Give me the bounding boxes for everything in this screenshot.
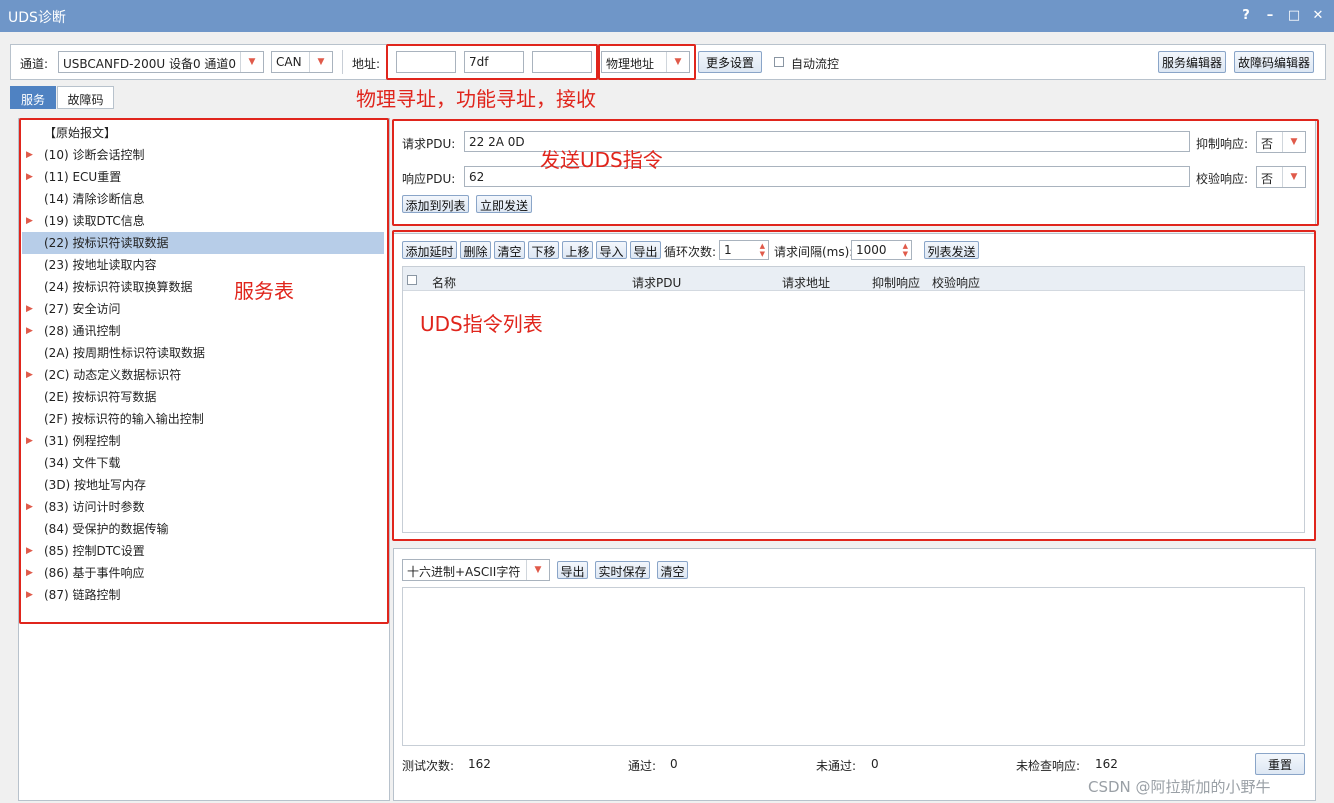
address-annotation-box — [386, 44, 598, 80]
service-table-annotation-box — [19, 118, 389, 624]
chevron-down-icon: ▼ — [526, 560, 549, 580]
minimize-icon[interactable]: – — [1260, 6, 1280, 26]
title-bar: UDS诊断 ? – □ ✕ — [0, 0, 1334, 32]
fault-editor-button[interactable]: 故障码编辑器 — [1234, 51, 1314, 73]
address-label: 地址: — [352, 57, 381, 71]
log-output-area[interactable] — [402, 587, 1305, 746]
tab-fault-code[interactable]: 故障码 — [57, 86, 114, 109]
test-count-label: 测试次数: — [402, 759, 455, 773]
service-table-annotation-text: 服务表 — [234, 279, 294, 303]
command-list-annotation-text: UDS指令列表 — [420, 312, 543, 336]
send-annotation-text: 发送UDS指令 — [540, 148, 663, 172]
protocol-select[interactable]: CAN ▼ — [271, 51, 333, 73]
channel-label: 通道: — [20, 57, 49, 71]
realtime-save-button[interactable]: 实时保存 — [595, 561, 650, 579]
pass-value: 0 — [670, 757, 678, 771]
chevron-down-icon: ▼ — [309, 52, 332, 72]
log-clear-button[interactable]: 清空 — [657, 561, 688, 579]
address-annotation-text: 物理寻址，功能寻址，接收 — [356, 87, 596, 111]
unchecked-value: 162 — [1095, 757, 1118, 771]
tab-service[interactable]: 服务 — [10, 86, 56, 109]
log-export-button[interactable]: 导出 — [557, 561, 588, 579]
auto-flow-label: 自动流控 — [791, 57, 840, 71]
auto-flow-checkbox[interactable] — [774, 57, 784, 67]
window-title: UDS诊断 — [8, 10, 66, 26]
service-editor-button[interactable]: 服务编辑器 — [1158, 51, 1226, 73]
command-list-annotation-box — [392, 230, 1316, 541]
watermark: CSDN @阿拉斯加的小野牛 — [1088, 778, 1271, 796]
address-type-annotation-box — [598, 44, 696, 80]
help-icon[interactable]: ? — [1236, 6, 1256, 26]
log-format-select[interactable]: 十六进制+ASCII字符 ▼ — [402, 559, 550, 581]
more-settings-button[interactable]: 更多设置 — [698, 51, 762, 73]
chevron-down-icon: ▼ — [240, 52, 263, 72]
send-annotation-box — [392, 119, 1319, 226]
reset-button[interactable]: 重置 — [1255, 753, 1305, 775]
close-icon[interactable]: ✕ — [1308, 6, 1328, 26]
channel-select[interactable]: USBCANFD-200U 设备0 通道0 ▼ — [58, 51, 264, 73]
fail-value: 0 — [871, 757, 879, 771]
unchecked-label: 未检查响应: — [1016, 759, 1081, 773]
fail-label: 未通过: — [816, 759, 857, 773]
pass-label: 通过: — [628, 759, 657, 773]
test-count-value: 162 — [468, 757, 491, 771]
maximize-icon[interactable]: □ — [1284, 6, 1304, 26]
toolbar-divider — [342, 50, 343, 74]
